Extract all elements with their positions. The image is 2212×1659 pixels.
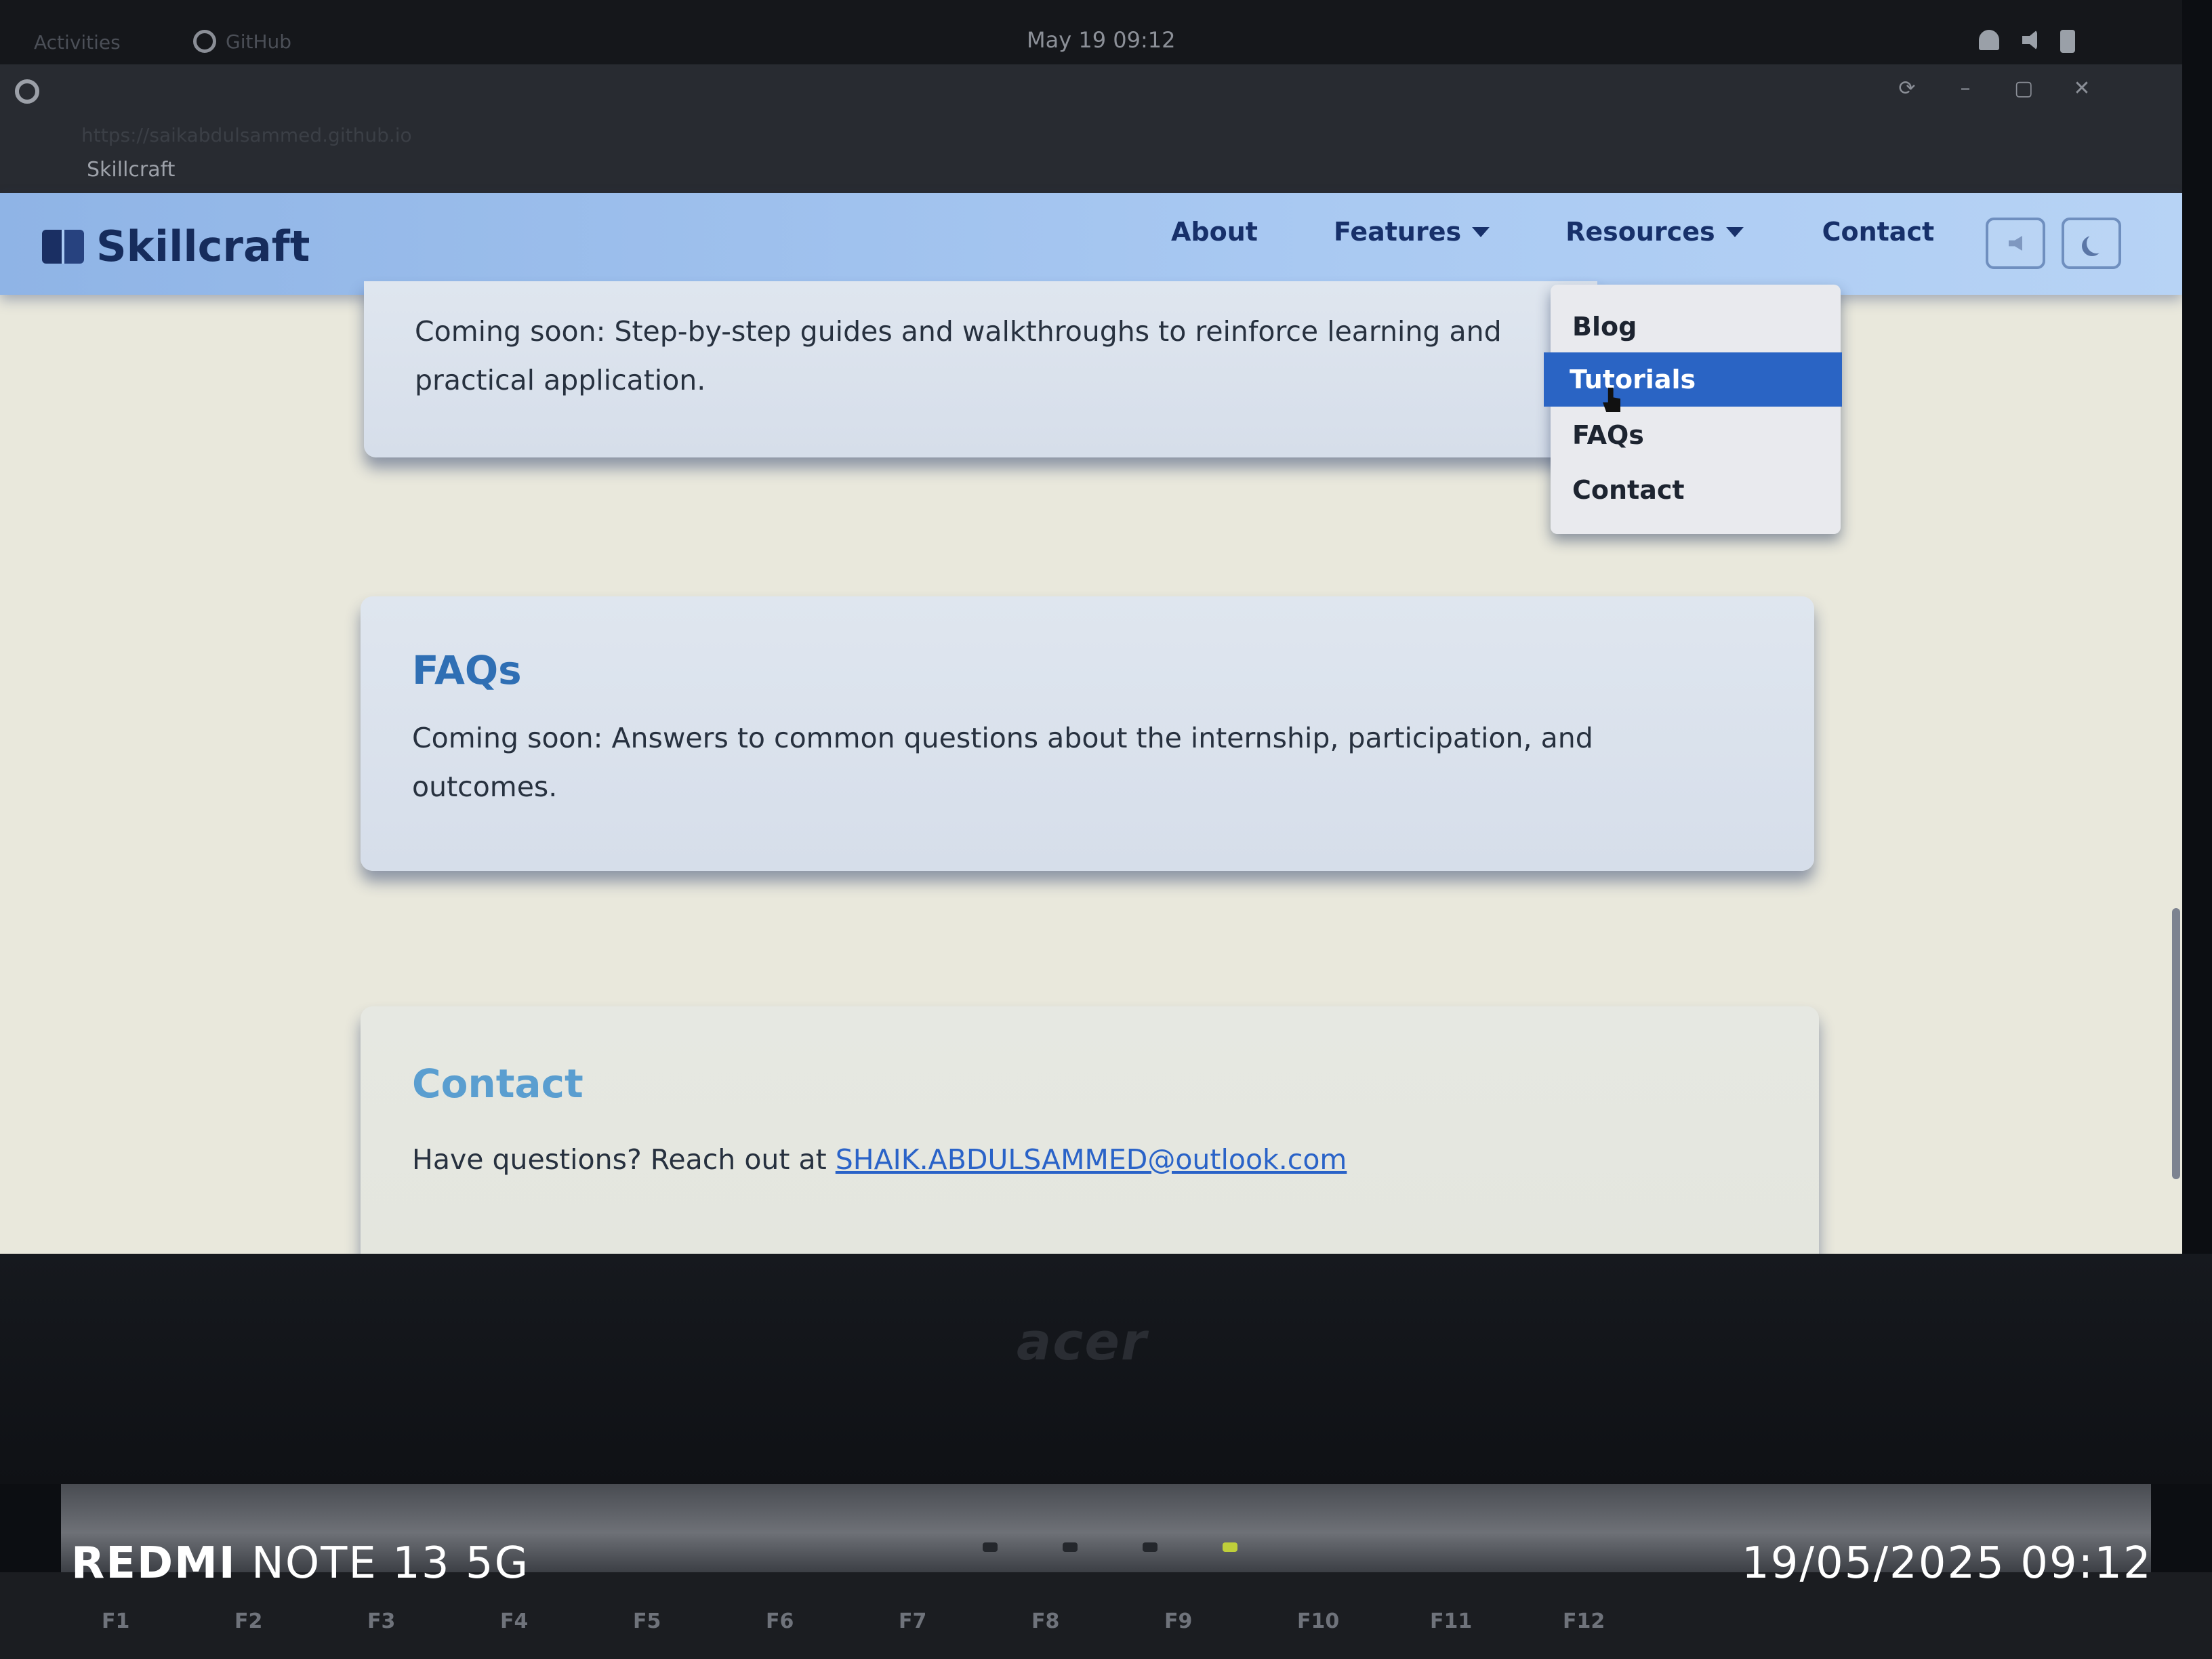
key-f8[interactable]: F8: [1031, 1610, 1094, 1633]
faqs-heading: FAQs: [412, 647, 522, 693]
laptop-brand-logo: acer: [1017, 1311, 1148, 1372]
caret-down-icon: [1725, 226, 1744, 237]
contact-section: Contact Have questions? Reach out at SHA…: [361, 1006, 1819, 1254]
speaker-icon: [2009, 236, 2022, 251]
key-f5[interactable]: F5: [633, 1610, 695, 1633]
address-bar[interactable]: https://saikabdulsammed.github.io: [81, 124, 515, 148]
window-controls: ⟳ – ▢ ✕: [1898, 79, 2091, 99]
nav-features[interactable]: Features: [1334, 217, 1490, 247]
menu-item-faqs[interactable]: FAQs: [1551, 408, 1841, 462]
app-menu[interactable]: GitHub: [193, 30, 291, 53]
nav-resources[interactable]: Resources: [1565, 217, 1744, 247]
book-icon: [42, 229, 84, 264]
disk-led-icon: [1143, 1542, 1158, 1552]
battery-icon: [2060, 30, 2075, 53]
minimize-icon[interactable]: –: [1956, 79, 1975, 99]
page-content: Coming soon: Step-by-step guides and wal…: [0, 281, 2182, 1254]
nav-features-label: Features: [1333, 217, 1462, 247]
site-logo[interactable]: Skillcraft: [42, 222, 310, 271]
key-f11[interactable]: F11: [1430, 1610, 1492, 1633]
theme-toggle-button[interactable]: [2062, 218, 2121, 269]
sound-toggle-button[interactable]: [1986, 218, 2045, 269]
device-brand: REDMI: [71, 1538, 237, 1589]
contact-text: Have questions? Reach out at SHAIK.ABDUL…: [412, 1135, 1754, 1184]
key-f6[interactable]: F6: [766, 1610, 828, 1633]
laptop-screen: Activities GitHub May 19 09:12 https://s…: [0, 0, 2182, 1254]
nav-contact[interactable]: Contact: [1822, 217, 1935, 247]
power-led-icon: [983, 1542, 998, 1552]
github-icon: [193, 30, 216, 53]
menu-item-blog[interactable]: Blog: [1551, 300, 1841, 354]
key-f2[interactable]: F2: [234, 1610, 297, 1633]
faqs-text: Coming soon: Answers to common questions…: [412, 722, 1593, 803]
browser-window-chrome: https://saikabdulsammed.github.io Skillc…: [0, 64, 2182, 193]
header-actions: [1986, 218, 2121, 269]
menu-item-tutorials[interactable]: Tutorials: [1544, 352, 1842, 407]
key-f12[interactable]: F12: [1563, 1610, 1625, 1633]
tutorials-section: Coming soon: Step-by-step guides and wal…: [364, 281, 1597, 457]
key-f10[interactable]: F10: [1297, 1610, 1359, 1633]
key-f3[interactable]: F3: [367, 1610, 430, 1633]
nav-resources-label: Resources: [1565, 217, 1715, 247]
system-tray[interactable]: [1979, 30, 2075, 53]
github-icon: [15, 79, 39, 104]
contact-heading: Contact: [412, 1061, 583, 1107]
activities-button[interactable]: Activities: [34, 31, 121, 54]
battery-led-icon: [1063, 1542, 1078, 1552]
key-f9[interactable]: F9: [1164, 1610, 1227, 1633]
site-title: Skillcraft: [96, 222, 310, 271]
maximize-icon[interactable]: ▢: [2014, 79, 2033, 99]
camera-watermark-timestamp: 19/05/2025 09:12: [1742, 1538, 2152, 1589]
camera-watermark-device: REDMI NOTE 13 5G: [71, 1538, 529, 1589]
function-key-row: F1 F2 F3 F4 F5 F6 F7 F8 F9 F10 F11 F12: [102, 1610, 1625, 1633]
tab-skillcraft[interactable]: Skillcraft: [87, 158, 175, 182]
site-header: Skillcraft About Features Resources Cont…: [0, 193, 2182, 295]
nav-about[interactable]: About: [1171, 217, 1258, 247]
page-scrollbar[interactable]: [2172, 908, 2180, 1179]
system-clock[interactable]: May 19 09:12: [1027, 27, 1175, 53]
device-model: NOTE 13 5G: [251, 1538, 530, 1589]
reload-icon[interactable]: ⟳: [1898, 79, 1917, 99]
menu-item-contact[interactable]: Contact: [1551, 463, 1841, 517]
close-icon[interactable]: ✕: [2072, 79, 2091, 99]
resources-dropdown-menu: Blog Tutorials FAQs Contact: [1544, 285, 1842, 534]
app-menu-label: GitHub: [226, 30, 292, 53]
tutorials-text: Coming soon: Step-by-step guides and wal…: [415, 315, 1502, 396]
wifi-icon: [1979, 30, 1999, 50]
caret-down-icon: [1472, 226, 1490, 237]
status-leds: [983, 1542, 1237, 1552]
volume-icon: [2022, 30, 2037, 50]
moon-icon: [2087, 233, 2107, 253]
key-f1[interactable]: F1: [102, 1610, 164, 1633]
key-f4[interactable]: F4: [500, 1610, 562, 1633]
contact-email-link[interactable]: SHAIK.ABDULSAMMED@outlook.com: [836, 1143, 1347, 1176]
wifi-led-icon: [1223, 1542, 1237, 1552]
contact-prompt: Have questions? Reach out at: [412, 1143, 827, 1176]
main-nav: About Features Resources Contact: [1171, 217, 1934, 247]
key-f7[interactable]: F7: [899, 1610, 961, 1633]
faqs-section: FAQs Coming soon: Answers to common ques…: [361, 596, 1814, 871]
